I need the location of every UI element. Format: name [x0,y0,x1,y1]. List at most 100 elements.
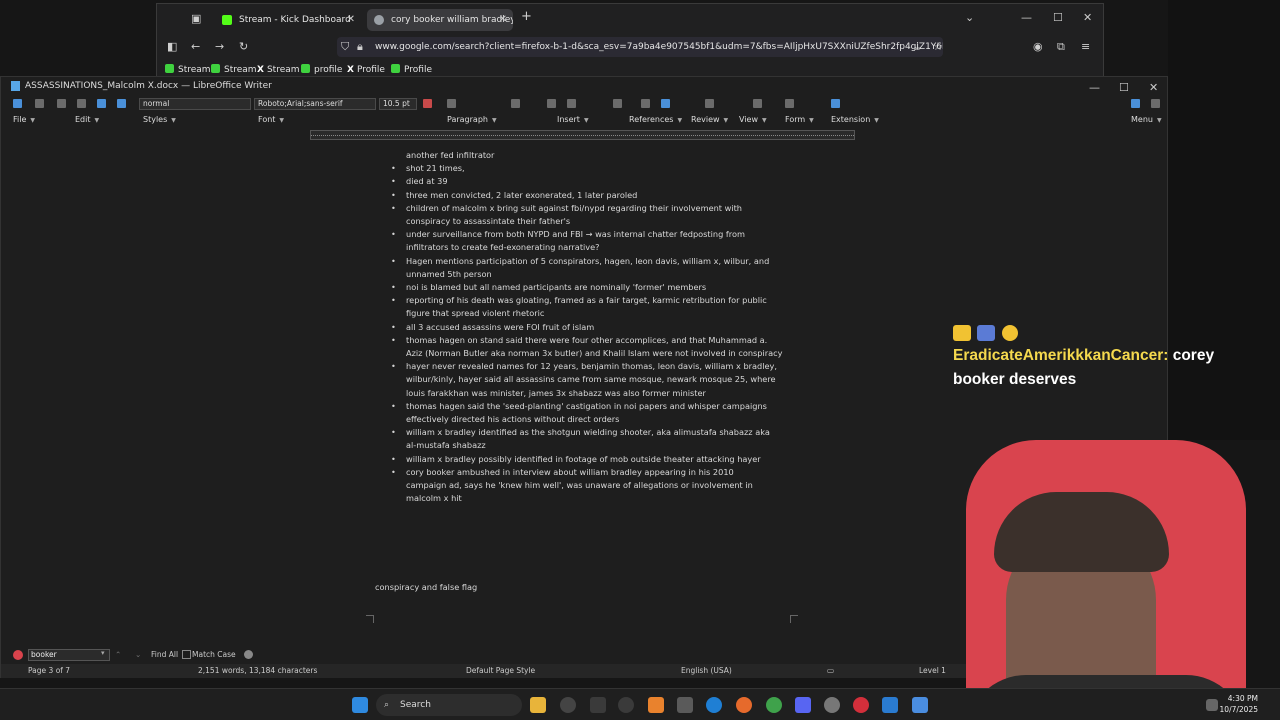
undo-icon[interactable] [97,99,106,108]
save-icon[interactable] [57,99,66,108]
language[interactable]: English (USA) [681,664,732,678]
writer-taskbar-icon[interactable] [912,697,928,713]
list-icon[interactable] [511,99,520,108]
align-icon[interactable] [547,99,556,108]
font-size-select[interactable]: 10.5 pt [379,98,417,110]
sidebar-icon[interactable]: ◧ [167,40,177,54]
maximize-icon[interactable]: ☐ [1119,79,1129,97]
back-icon[interactable]: ← [191,40,200,54]
tab-overview-icon[interactable]: ▣ [191,12,201,26]
open-icon[interactable] [35,99,44,108]
taskbar-search[interactable]: ⌕ Search [376,694,522,716]
account-icon[interactable]: ◉ [1033,40,1043,54]
clock[interactable]: 4:30 PM 10/7/2025 [1220,693,1258,715]
tab-google-search[interactable]: cory booker william bradley - G ✕ [367,9,513,31]
app-icon[interactable] [677,697,693,713]
edge-icon[interactable] [706,697,722,713]
redo-icon[interactable] [117,99,126,108]
list-item: another fed infiltrator [406,150,495,160]
menu-insert[interactable]: Insert ▼ [557,113,589,128]
menu-styles[interactable]: Styles ▼ [143,113,176,128]
insert-field-icon[interactable] [661,99,670,108]
paste-icon[interactable] [77,99,86,108]
firefox-icon[interactable] [736,697,752,713]
find-input[interactable]: booker [28,649,110,661]
discord-icon[interactable] [795,697,811,713]
font-name-select[interactable]: Roboto;Arial;sans-serif [254,98,376,110]
maximize-icon[interactable]: ☐ [1053,11,1063,24]
close-window-icon[interactable]: ✕ [1149,79,1158,97]
settings-icon[interactable] [824,697,840,713]
image-icon[interactable] [613,99,622,108]
minimize-icon[interactable]: — [1089,79,1100,97]
minimize-icon[interactable]: — [1021,11,1032,24]
new-tab-button[interactable]: + [521,10,532,24]
bookmark-star-icon[interactable]: ☆ [933,40,943,54]
forward-icon[interactable]: → [215,40,224,54]
new-doc-icon[interactable] [13,99,22,108]
bookmark-profile-3[interactable]: Profile [391,63,432,77]
menu-paragraph[interactable]: Paragraph ▼ [447,113,497,128]
shapes-icon[interactable] [831,99,840,108]
shield-icon[interactable]: ⛉ [341,40,349,54]
help-icon[interactable] [1151,99,1160,108]
close-tab-icon[interactable]: ✕ [347,9,355,31]
find-options-icon[interactable] [244,650,253,659]
menu-icon[interactable]: ≡ [1081,40,1090,54]
menu-form[interactable]: Form ▼ [785,113,814,128]
windows-start-icon[interactable] [352,697,368,713]
view-layout-icon[interactable]: ▭ [827,664,839,678]
menu-extension[interactable]: Extension ▼ [831,113,879,128]
menu-menu[interactable]: Menu ▼ [1131,113,1162,128]
page-style[interactable]: Default Page Style [466,664,535,678]
close-tab-icon[interactable]: ✕ [499,9,507,31]
bold-icon[interactable] [447,99,456,108]
tray-icon[interactable] [1206,699,1218,711]
close-find-icon[interactable] [13,650,23,660]
chrome-icon[interactable] [766,697,782,713]
menu-review[interactable]: Review ▼ [691,113,728,128]
vlc-icon[interactable] [648,697,664,713]
table-icon[interactable] [567,99,576,108]
extensions-icon[interactable]: ⧉ [1057,40,1065,54]
menu-view[interactable]: View ▼ [739,113,767,128]
bookmark-stream-2[interactable]: Stream [211,63,257,77]
sidebar-settings-icon[interactable] [1131,99,1140,108]
find-next-icon[interactable]: ⌄ [135,649,141,661]
document-page[interactable]: another fed infiltrator shot 21 times,die… [310,141,855,661]
font-color-icon[interactable] [423,99,432,108]
reload-icon[interactable]: ↻ [239,40,248,54]
vscode-icon[interactable] [882,697,898,713]
word-count[interactable]: 2,151 words, 13,184 characters [198,664,317,678]
app-icon[interactable] [618,697,634,713]
comment-icon[interactable] [705,99,714,108]
bookmark-profile-2[interactable]: X Profile [347,63,385,77]
menu-references[interactable]: References ▼ [629,113,682,128]
close-window-icon[interactable]: ✕ [1083,11,1092,24]
chevron-down-icon[interactable]: ▾ [101,649,105,657]
find-all-button[interactable]: Find All [151,649,178,661]
file-explorer-icon[interactable] [530,697,546,713]
menu-file[interactable]: File ▼ [13,113,35,128]
page-count[interactable]: Page 3 of 7 [28,664,70,678]
track-changes-icon[interactable] [753,99,762,108]
bookmark-stream-1[interactable]: Stream [165,63,211,77]
find-previous-icon[interactable]: ⌃ [115,649,121,661]
app-icon[interactable] [590,697,606,713]
url-bar[interactable]: ⛉ 🔒︎ www.google.com/search?client=firefo… [337,37,943,57]
paragraph-style-select[interactable]: normal [139,98,251,110]
menu-font[interactable]: Font ▼ [258,113,284,128]
bookmark-profile-1[interactable]: profile [301,63,342,77]
chart-icon[interactable] [641,99,650,108]
menu-edit[interactable]: Edit ▼ [75,113,99,128]
media-icon[interactable] [853,697,869,713]
match-case-checkbox[interactable] [182,650,191,659]
download-page-icon[interactable]: ⤓ [915,40,920,54]
taskbar: ⌕ Search 4:30 PM 10/7/2025 [0,688,1280,720]
draw-icon[interactable] [785,99,794,108]
list-tabs-icon[interactable]: ⌄ [965,11,974,24]
app-icon[interactable] [560,697,576,713]
horizontal-ruler[interactable] [310,130,855,140]
bookmark-stream-3[interactable]: X Stream [257,63,300,77]
tab-kick-dashboard[interactable]: Stream - Kick Dashboard ✕ [215,9,361,31]
